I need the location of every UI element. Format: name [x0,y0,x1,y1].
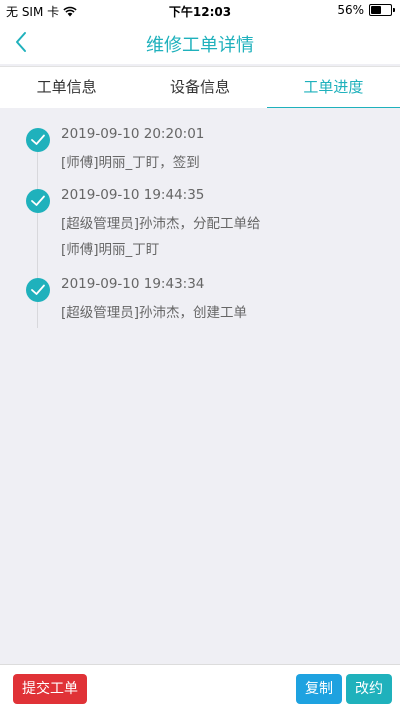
reschedule-button[interactable]: 改约 [346,674,392,704]
battery-fill [371,6,381,14]
tab-order-progress[interactable]: 工单进度 [266,67,400,109]
submit-order-button[interactable]: 提交工单 [13,674,87,704]
bottom-action-bar: 提交工单 复制 改约 [0,664,400,712]
page-title: 维修工单详情 [146,35,254,56]
progress-timeline: 2019-09-10 20:20:01 [师傅]明丽_丁盯，签到 2019-09… [0,108,400,665]
battery-icon [369,4,395,16]
battery-cap [393,8,395,12]
timeline-time: 2019-09-10 19:43:34 [61,276,205,292]
tab-device-info[interactable]: 设备信息 [133,67,266,109]
status-bar: 无 SIM 卡 下午12:03 56% [0,0,400,20]
tab-bar: 工单信息 设备信息 工单进度 [0,66,400,109]
timeline-desc: [师傅]明丽_丁盯，签到 [61,155,200,171]
check-circle-icon [26,128,50,152]
check-circle-icon [26,189,50,213]
battery-percent: 56% [337,3,364,17]
timeline-desc: [超级管理员]孙沛杰，创建工单 [61,305,248,321]
timeline-time: 2019-09-10 20:20:01 [61,126,205,142]
timeline-time: 2019-09-10 19:44:35 [61,187,205,203]
tab-order-info[interactable]: 工单信息 [0,67,133,109]
check-circle-icon [26,278,50,302]
timeline-desc: [超级管理员]孙沛杰，分配工单给[师傅]明丽_丁盯 [61,216,261,258]
copy-button[interactable]: 复制 [296,674,342,704]
status-right: 56% [337,3,395,17]
nav-bar: 维修工单详情 [0,20,400,64]
